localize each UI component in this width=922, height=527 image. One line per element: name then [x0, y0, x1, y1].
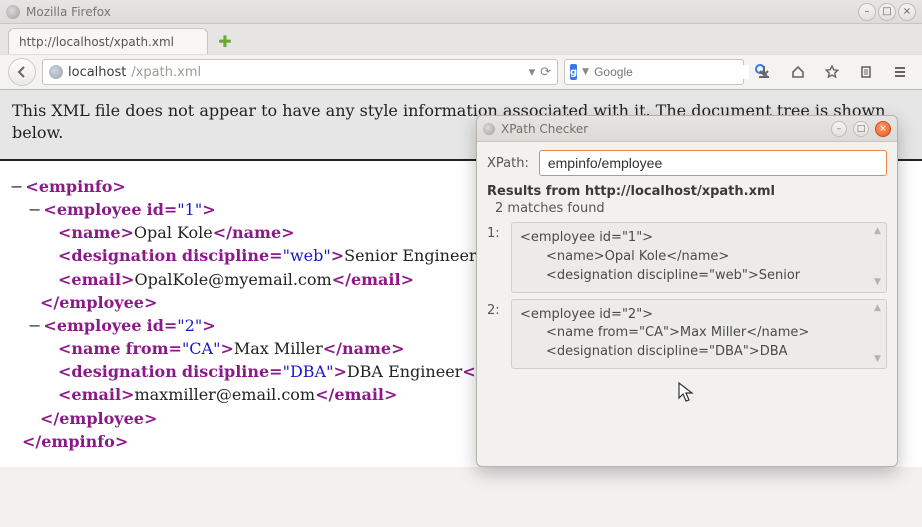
star-icon	[825, 65, 839, 79]
search-bar[interactable]: g ▼	[564, 59, 744, 85]
url-path: /xpath.xml	[131, 65, 201, 80]
results-header: Results from http://localhost/xpath.xml	[477, 180, 897, 199]
result-index: 1:	[487, 222, 503, 293]
scrollbar[interactable]: ▲▼	[874, 225, 884, 290]
new-tab-button[interactable]: ✚	[214, 30, 236, 52]
result-item: 1: <employee id="1"> <name>Opal Kole</na…	[487, 222, 887, 293]
matches-count: 2 matches found	[477, 199, 897, 222]
dialog-close-button[interactable]: ×	[875, 121, 891, 137]
window-maximize-button[interactable]: □	[878, 3, 896, 21]
globe-icon	[49, 65, 63, 79]
url-host: localhost	[68, 65, 126, 80]
search-input[interactable]	[594, 65, 749, 79]
dialog-minimize-button[interactable]: –	[831, 121, 847, 137]
window-close-button[interactable]: ×	[898, 3, 916, 21]
url-bar[interactable]: localhost/xpath.xml ▾ ⟳	[42, 59, 558, 85]
scrollbar[interactable]: ▲▼	[874, 302, 884, 367]
window-minimize-button[interactable]: –	[858, 3, 876, 21]
dialog-title: XPath Checker	[501, 122, 825, 136]
bookmark-button[interactable]	[818, 58, 846, 86]
back-button[interactable]	[8, 58, 36, 86]
window-titlebar: Mozilla Firefox – □ ×	[0, 0, 922, 24]
clipboard-icon	[859, 65, 873, 79]
download-icon	[757, 65, 771, 79]
result-item: 2: <employee id="2"> <name from="CA">Max…	[487, 299, 887, 370]
xpath-label: XPath:	[487, 156, 529, 171]
arrow-left-icon	[15, 65, 29, 79]
dialog-titlebar[interactable]: XPath Checker – □ ×	[477, 116, 897, 142]
tab-label: http://localhost/xpath.xml	[19, 35, 174, 49]
hamburger-icon	[893, 65, 907, 79]
result-box[interactable]: <employee id="2"> <name from="CA">Max Mi…	[511, 299, 887, 370]
dialog-app-icon	[483, 123, 495, 135]
chevron-down-icon[interactable]: ▼	[582, 67, 589, 77]
downloads-button[interactable]	[750, 58, 778, 86]
results-list: 1: <employee id="1"> <name>Opal Kole</na…	[477, 222, 897, 385]
library-button[interactable]	[852, 58, 880, 86]
home-icon	[791, 65, 805, 79]
result-index: 2:	[487, 299, 503, 370]
firefox-icon	[6, 5, 20, 19]
dropdown-icon[interactable]: ▾	[529, 65, 536, 80]
window-title: Mozilla Firefox	[26, 5, 858, 19]
menu-button[interactable]	[886, 58, 914, 86]
home-button[interactable]	[784, 58, 812, 86]
dialog-maximize-button[interactable]: □	[853, 121, 869, 137]
reload-icon[interactable]: ⟳	[540, 65, 551, 80]
google-engine-icon[interactable]: g	[570, 64, 577, 80]
xpath-input[interactable]	[539, 150, 887, 176]
browser-tab[interactable]: http://localhost/xpath.xml	[8, 28, 208, 54]
result-box[interactable]: <employee id="1"> <name>Opal Kole</name>…	[511, 222, 887, 293]
navigation-toolbar: localhost/xpath.xml ▾ ⟳ g ▼	[0, 54, 922, 90]
tab-strip: http://localhost/xpath.xml ✚	[0, 24, 922, 54]
xpath-checker-dialog: XPath Checker – □ × XPath: Results from …	[476, 115, 898, 467]
